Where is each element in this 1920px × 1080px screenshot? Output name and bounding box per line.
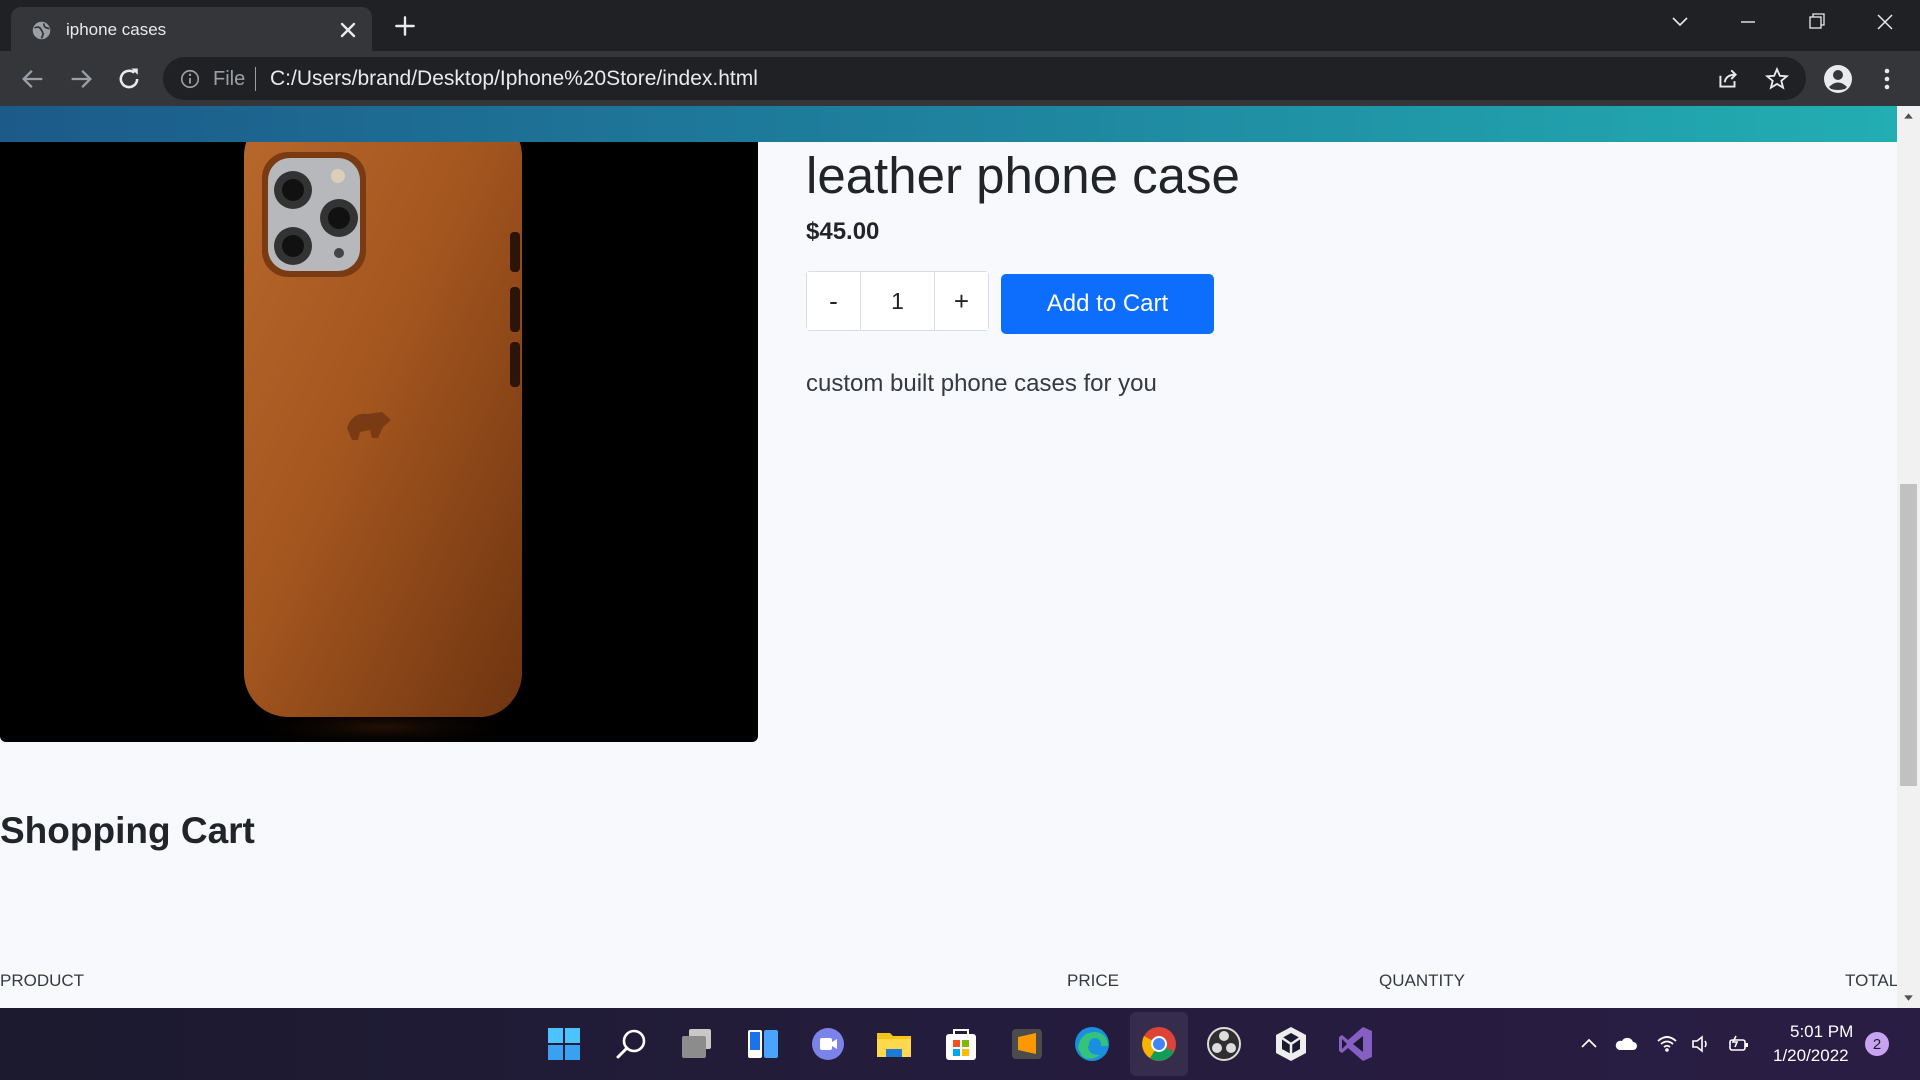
cart-column-price: PRICE (1067, 971, 1119, 990)
scrollbar-thumb[interactable] (1900, 484, 1917, 786)
windows-start-icon[interactable] (542, 1022, 586, 1066)
plus-icon[interactable] (392, 13, 418, 39)
teams-chat-icon[interactable] (806, 1022, 850, 1066)
sublime-text-icon[interactable] (1005, 1022, 1049, 1066)
quantity-stepper: - 1 + (806, 271, 989, 331)
cart-heading: Shopping Cart (0, 810, 255, 851)
cart-column-total: TOTAL (1845, 971, 1897, 990)
page-viewport: leather phone case $45.00 - 1 + Add to C… (0, 106, 1897, 1008)
chevron-down-icon[interactable] (1658, 8, 1702, 36)
cart-column-product: PRODUCT (0, 971, 85, 990)
wifi-icon[interactable] (1655, 1032, 1679, 1056)
onedrive-cloud-icon[interactable] (1614, 1032, 1638, 1056)
tab-title: iphone cases (66, 20, 167, 39)
chrome-icon[interactable] (1137, 1022, 1181, 1066)
page-scrollbar[interactable] (1897, 106, 1920, 1008)
info-icon[interactable] (179, 68, 201, 90)
edge-icon[interactable] (1070, 1022, 1114, 1066)
product-price: $45.00 (806, 218, 880, 245)
scroll-up-arrow-icon[interactable] (1902, 110, 1915, 123)
product-image (0, 142, 758, 742)
chevron-up-icon[interactable] (1577, 1032, 1601, 1056)
address-url[interactable]: C:/Users/brand/Desktop/Iphone%20Store/in… (270, 67, 758, 91)
forward-icon[interactable] (67, 65, 95, 93)
unity-icon[interactable] (1269, 1022, 1313, 1066)
cart-column-quantity: QUANTITY (1379, 971, 1465, 990)
globe-icon (32, 21, 51, 40)
quantity-input[interactable]: 1 (860, 272, 935, 330)
microsoft-store-icon[interactable] (939, 1022, 983, 1066)
product-description: custom built phone cases for you (806, 370, 1157, 397)
leather-phone-case-image (232, 142, 532, 742)
file-explorer-icon[interactable] (872, 1022, 916, 1066)
volume-icon[interactable] (1689, 1032, 1713, 1056)
scroll-down-arrow-icon[interactable] (1902, 991, 1915, 1004)
search-icon[interactable] (609, 1022, 653, 1066)
browser-toolbar: File C:/Users/brand/Desktop/Iphone%20Sto… (0, 51, 1920, 106)
browser-tab[interactable]: iphone cases (11, 7, 372, 51)
share-icon[interactable] (1715, 66, 1741, 92)
window-close-icon[interactable] (1863, 8, 1907, 36)
reload-icon[interactable] (115, 65, 143, 93)
product-title: leather phone case (806, 147, 1240, 204)
restore-icon[interactable] (1794, 8, 1838, 36)
address-bar[interactable]: File C:/Users/brand/Desktop/Iphone%20Sto… (163, 57, 1806, 100)
browser-titlebar: iphone cases (0, 0, 1920, 51)
decrease-quantity-button[interactable]: - (807, 272, 860, 330)
visual-studio-icon[interactable] (1334, 1022, 1378, 1066)
taskbar-clock-time[interactable]: 5:01 PM (1790, 1022, 1853, 1042)
widgets-icon[interactable] (741, 1022, 785, 1066)
task-view-icon[interactable] (675, 1022, 719, 1066)
star-icon[interactable] (1764, 66, 1790, 92)
battery-charging-icon[interactable] (1727, 1032, 1751, 1056)
notification-badge[interactable]: 2 (1865, 1032, 1889, 1056)
increase-quantity-button[interactable]: + (935, 272, 988, 330)
kebab-menu-icon[interactable] (1872, 64, 1902, 94)
scheme-label: File (213, 68, 246, 90)
close-icon[interactable] (336, 18, 360, 42)
add-to-cart-button[interactable]: Add to Cart (1001, 274, 1214, 334)
obs-icon[interactable] (1202, 1022, 1246, 1066)
profile-icon[interactable] (1823, 64, 1853, 94)
taskbar-clock-date[interactable]: 1/20/2022 (1773, 1046, 1849, 1066)
address-divider (255, 67, 256, 91)
hero-banner (0, 106, 1897, 142)
back-icon[interactable] (19, 65, 47, 93)
minimize-icon[interactable] (1726, 8, 1770, 36)
windows-taskbar: 5:01 PM 1/20/2022 2 (0, 1008, 1920, 1080)
